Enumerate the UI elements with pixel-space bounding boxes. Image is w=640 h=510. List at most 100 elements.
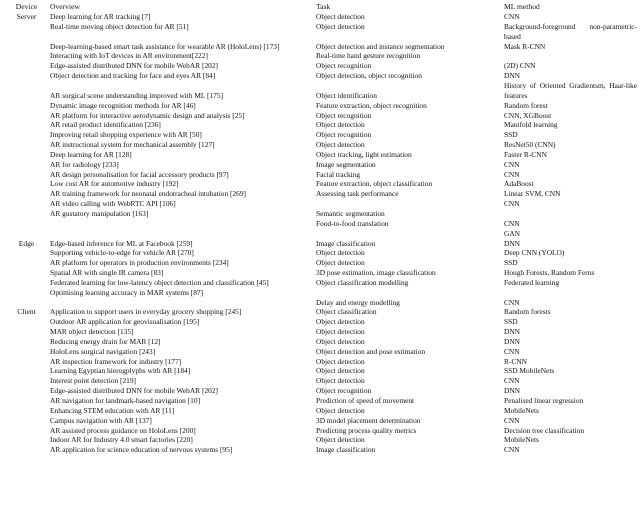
cell-line: Object classification — [316, 307, 377, 317]
overview-cell-lines: Application to support users in everyday… — [50, 307, 316, 455]
cell-line: AR inspection framework for industry [17… — [50, 356, 182, 366]
cell-line: Spatial AR with single IR camera [83] — [50, 268, 164, 278]
task-cell: Object detection Object detection Object … — [316, 12, 504, 238]
cell-line: CNN — [504, 346, 520, 356]
ml-cell: CNN Background-foreground non-parametric-… — [504, 12, 637, 238]
cell-line: Hough Forests, Random Ferns — [504, 268, 595, 278]
cell-line: Object detection — [316, 327, 365, 337]
column-header-device: Device — [15, 2, 38, 11]
cell-line: Facial tracking — [316, 169, 361, 179]
cell-line: Object detection — [316, 21, 365, 31]
cell-line: Object detection — [316, 140, 365, 150]
overview-cell-lines: Deep learning for AR tracking [7] Real-ti… — [50, 12, 316, 219]
cell-line: HoloLens surgical navigation [243] — [50, 346, 156, 356]
cell-line: Image classification — [316, 445, 376, 455]
device-cell: Server — [3, 12, 50, 238]
spacer-line — [316, 288, 504, 298]
overview-cell: Deep learning for AR tracking [7] Real-ti… — [50, 12, 316, 238]
cell-line: Object recognition — [316, 61, 372, 71]
table-body: Server Deep learning for AR tracking [7] R… — [3, 12, 637, 455]
cell-line: AR platform for operators in production … — [50, 258, 229, 268]
cell-line: Federated learning for low-latency objec… — [50, 277, 269, 287]
cell-line: Campus navigation with AR [137] — [50, 415, 152, 425]
cell-line: ResNet50 (CNN) — [504, 140, 556, 150]
cell-line: DNN — [504, 238, 521, 248]
cell-line: AR gustatory manipulation [163] — [50, 208, 149, 218]
overview-cell: Application to support users in everyday… — [50, 307, 316, 455]
ml-cell-lines: Random forests SSD DNN DNN CNN R-CNN SSD Mobil… — [504, 307, 637, 455]
cell-line: Object detection — [316, 317, 365, 327]
device-cell: Client — [3, 307, 50, 455]
cell-line: Object recognition — [316, 110, 372, 120]
cell-line: Application to support users in everyday… — [50, 307, 242, 317]
cell-line: AR video calling with WebRTC API [106] — [50, 199, 176, 209]
cell-line: Feature extraction, object recognition — [316, 100, 427, 110]
cell-line: AR assisted process guidance on HoloLens… — [50, 425, 196, 435]
cell-line: Object recognition — [316, 386, 372, 396]
cell-line: Real-time hand gesture recognition — [316, 51, 421, 61]
cell-line: Decision tree classification — [504, 425, 585, 435]
cell-line: Deep-learning-based smart task assistanc… — [50, 41, 280, 51]
cell-line: Object detection — [316, 336, 365, 346]
cell-line: CNN — [504, 12, 520, 22]
cell-line: Object detection — [316, 435, 365, 445]
cell-line: CNN, XGBoost — [504, 110, 552, 120]
cell-line: Interacting with IoT devices in AR envir… — [50, 51, 208, 61]
cell-line: Edge-assisted distributed DNN for mobile… — [50, 61, 218, 71]
cell-line: Object detection — [316, 120, 365, 130]
ar-ml-survey-table: Device Overview Task ML method Server Dee… — [3, 2, 637, 455]
cell-line: 3D model placement determination — [316, 415, 421, 425]
cell-line: Manifold learning — [504, 120, 558, 130]
spacer-line — [316, 199, 504, 209]
cell-line: Object classification modelling — [316, 277, 409, 287]
ml-cell: DNN Deep CNN (YOLO) SSD Hough Forests, Rand… — [504, 239, 637, 308]
cell-line: Object detection — [316, 248, 365, 258]
cell-line: Object recognition — [316, 130, 372, 140]
cell-line: Enhancing STEM education with AR [11] — [50, 405, 175, 415]
cell-line: AR training framework for neonatal endot… — [50, 189, 246, 199]
device-cell: Edge — [3, 239, 50, 308]
cell-line: CNN — [504, 199, 520, 209]
cell-line: Reducing energy drain for MAR [12] — [50, 336, 161, 346]
cell-line: Dynamic image recognition methods for AR… — [50, 100, 196, 110]
cell-line: MAR object detection [135] — [50, 327, 134, 337]
cell-line: CNN — [504, 218, 520, 228]
cell-line: Object tracking, light estimation — [316, 149, 412, 159]
cell-line: SSD — [504, 317, 518, 327]
cell-line: Improving retail shopping experience wit… — [50, 130, 202, 140]
cell-line: AR for radiology [233] — [50, 159, 119, 169]
task-cell: Image classification Object detection Obje… — [316, 239, 504, 308]
cell-line: Low cost AR for automotive industry [192… — [50, 179, 179, 189]
cell-line: Background-foreground non-parametric-bas… — [504, 21, 637, 41]
column-header-ml-method: ML method — [504, 2, 540, 11]
cell-line: AdaBoost — [504, 179, 534, 189]
task-cell-lines: Object classification Object detection Obj… — [316, 307, 504, 455]
cell-line: AR application for science education of … — [50, 445, 233, 455]
cell-line: AR surgical scene understanding improved… — [50, 90, 224, 100]
cell-line: Penalised linear regression — [504, 396, 584, 405]
cell-line: GAN — [504, 228, 521, 238]
cell-line: MobileNets — [504, 405, 539, 415]
device-section-server: Server Deep learning for AR tracking [7] R… — [3, 12, 637, 238]
device-label: Client — [17, 307, 36, 317]
cell-line: Indoor AR for Industry 4.0 smart factori… — [50, 435, 193, 445]
cell-line: Image segmentation — [316, 159, 376, 169]
overview-cell-lines: Edge-based inference for ML at Facebook … — [50, 239, 316, 298]
ml-cell-lines: DNN Deep CNN (YOLO) SSD Hough Forests, Rand… — [504, 239, 637, 308]
cell-line: AR retail product identification [236] — [50, 120, 161, 130]
cell-line: Food-to-food translation — [316, 218, 389, 228]
cell-line: CNN — [504, 445, 520, 455]
column-header-overview: Overview — [50, 2, 80, 11]
cell-line: Image classification — [316, 238, 376, 248]
cell-line: Faster R-CNN — [504, 149, 547, 159]
task-cell-lines: Object detection Object detection Object … — [316, 12, 504, 229]
cell-line: Object detection — [316, 376, 365, 386]
cell-line: Real-time moving object detection for AR… — [50, 21, 189, 31]
cell-line: Object detection — [316, 405, 365, 415]
cell-line: DNN — [504, 336, 521, 346]
ml-cell-lines: CNN Background-foreground non-parametric-… — [504, 12, 637, 238]
cell-line: SSD — [504, 130, 518, 140]
cell-line: Object detection and tracking for face a… — [50, 71, 216, 81]
cell-line: SSD — [504, 258, 518, 268]
table-header: Device Overview Task ML method — [3, 2, 637, 12]
